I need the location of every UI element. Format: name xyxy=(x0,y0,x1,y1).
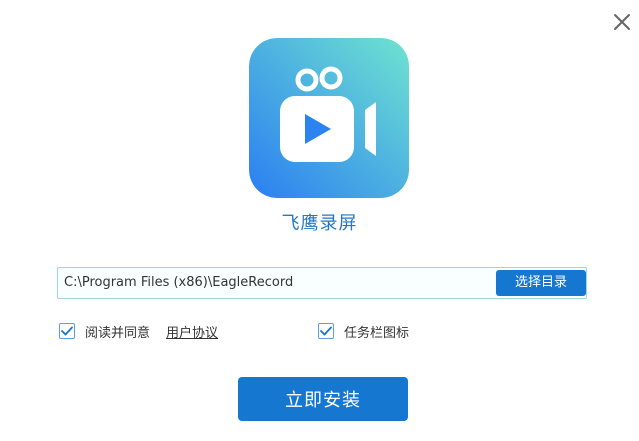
checkmark-icon xyxy=(320,326,332,336)
close-icon xyxy=(614,14,630,30)
install-path-row: 选择目录 xyxy=(57,267,587,299)
user-agreement-link[interactable]: 用户协议 xyxy=(166,322,218,341)
installer-window: 飞鹰录屏 选择目录 阅读并同意 用户协议 任务栏图标 立即安装 xyxy=(0,0,639,441)
taskbar-icon-checkbox[interactable] xyxy=(318,323,334,339)
install-path-input[interactable] xyxy=(58,268,488,298)
checkmark-icon xyxy=(61,326,73,336)
agree-checkbox[interactable] xyxy=(59,323,75,339)
video-camera-icon xyxy=(249,38,409,198)
agree-label: 阅读并同意 xyxy=(85,325,151,341)
app-logo xyxy=(249,38,409,198)
agree-option: 阅读并同意 用户协议 xyxy=(59,321,218,341)
app-name: 飞鹰录屏 xyxy=(281,213,358,234)
close-button[interactable] xyxy=(610,10,634,34)
taskbar-icon-option: 任务栏图标 xyxy=(318,321,409,341)
browse-directory-button[interactable]: 选择目录 xyxy=(496,270,586,296)
install-now-button[interactable]: 立即安装 xyxy=(238,377,408,421)
taskbar-icon-label: 任务栏图标 xyxy=(344,325,410,341)
